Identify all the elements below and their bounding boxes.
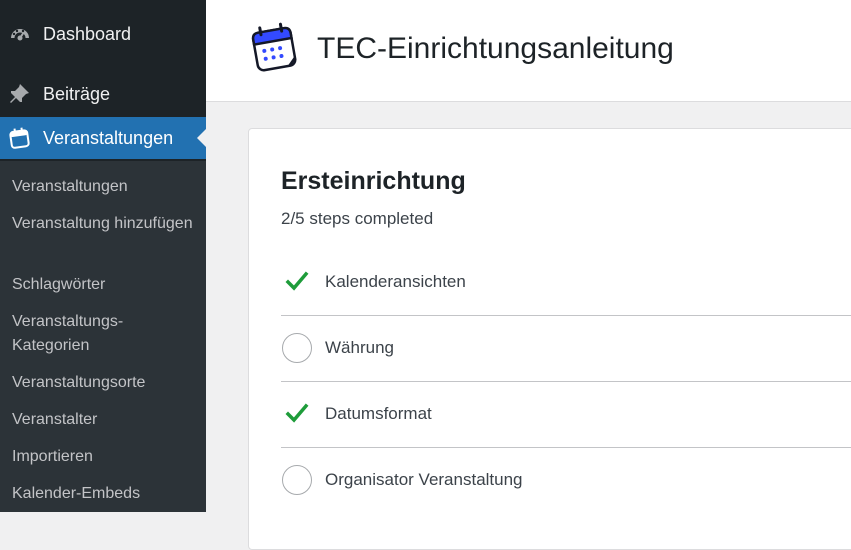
- menu-item-posts[interactable]: Beiträge: [0, 73, 206, 115]
- step-label: Organisator Veranstaltung: [325, 470, 523, 489]
- step-item[interactable]: Datumsformat: [281, 381, 851, 448]
- menu-item-events[interactable]: Veranstaltungen: [0, 117, 206, 159]
- step-item[interactable]: Kalenderansichten: [281, 249, 851, 316]
- step-label: Währung: [325, 338, 394, 357]
- submenu-item-categories[interactable]: Veranstaltungs-Kategorien: [12, 310, 142, 358]
- submenu-item-import[interactable]: Importieren: [12, 445, 202, 469]
- current-menu-arrow: [197, 129, 206, 147]
- checkmark-icon: [281, 266, 313, 298]
- submenu-item-organizers[interactable]: Veranstalter: [12, 408, 202, 432]
- page-title: TEC-Einrichtungsanleitung: [317, 32, 674, 65]
- submenu-item-tags[interactable]: Schlagwörter: [12, 273, 202, 297]
- events-submenu: Veranstaltungen Veranstaltung hinzufügen…: [0, 161, 206, 512]
- setup-card: Ersteinrichtung 2/5 steps completed Kale…: [248, 128, 851, 550]
- step-item[interactable]: Organisator Veranstaltung: [281, 447, 851, 513]
- step-item[interactable]: Währung: [281, 315, 851, 382]
- submenu-item-calendar-embeds[interactable]: Kalender-Embeds: [12, 482, 202, 506]
- calendar-icon: [9, 127, 31, 149]
- progress-text: 2/5 steps completed: [281, 209, 434, 228]
- submenu-item-add-event[interactable]: Veranstaltung hinzufügen: [12, 212, 202, 236]
- calendar-icon: [250, 20, 300, 76]
- menu-label: Veranstaltungen: [43, 127, 174, 148]
- empty-circle-icon: [281, 464, 313, 496]
- checkmark-icon: [281, 398, 313, 430]
- card-title: Ersteinrichtung: [281, 167, 466, 195]
- pin-icon: [9, 83, 31, 105]
- submenu-item-venues[interactable]: Veranstaltungsorte: [12, 371, 202, 395]
- submenu-item-events[interactable]: Veranstaltungen: [12, 175, 202, 199]
- step-label: Datumsformat: [325, 404, 432, 423]
- step-label: Kalenderansichten: [325, 272, 466, 291]
- page-header: TEC-Einrichtungsanleitung: [206, 0, 851, 102]
- menu-label: Dashboard: [43, 23, 132, 44]
- dashboard-icon: [9, 23, 31, 45]
- admin-sidebar: Dashboard Beiträge Veranstaltungen Veran…: [0, 0, 206, 512]
- empty-circle-icon: [281, 332, 313, 364]
- menu-label: Beiträge: [43, 83, 111, 104]
- menu-item-dashboard[interactable]: Dashboard: [0, 13, 206, 55]
